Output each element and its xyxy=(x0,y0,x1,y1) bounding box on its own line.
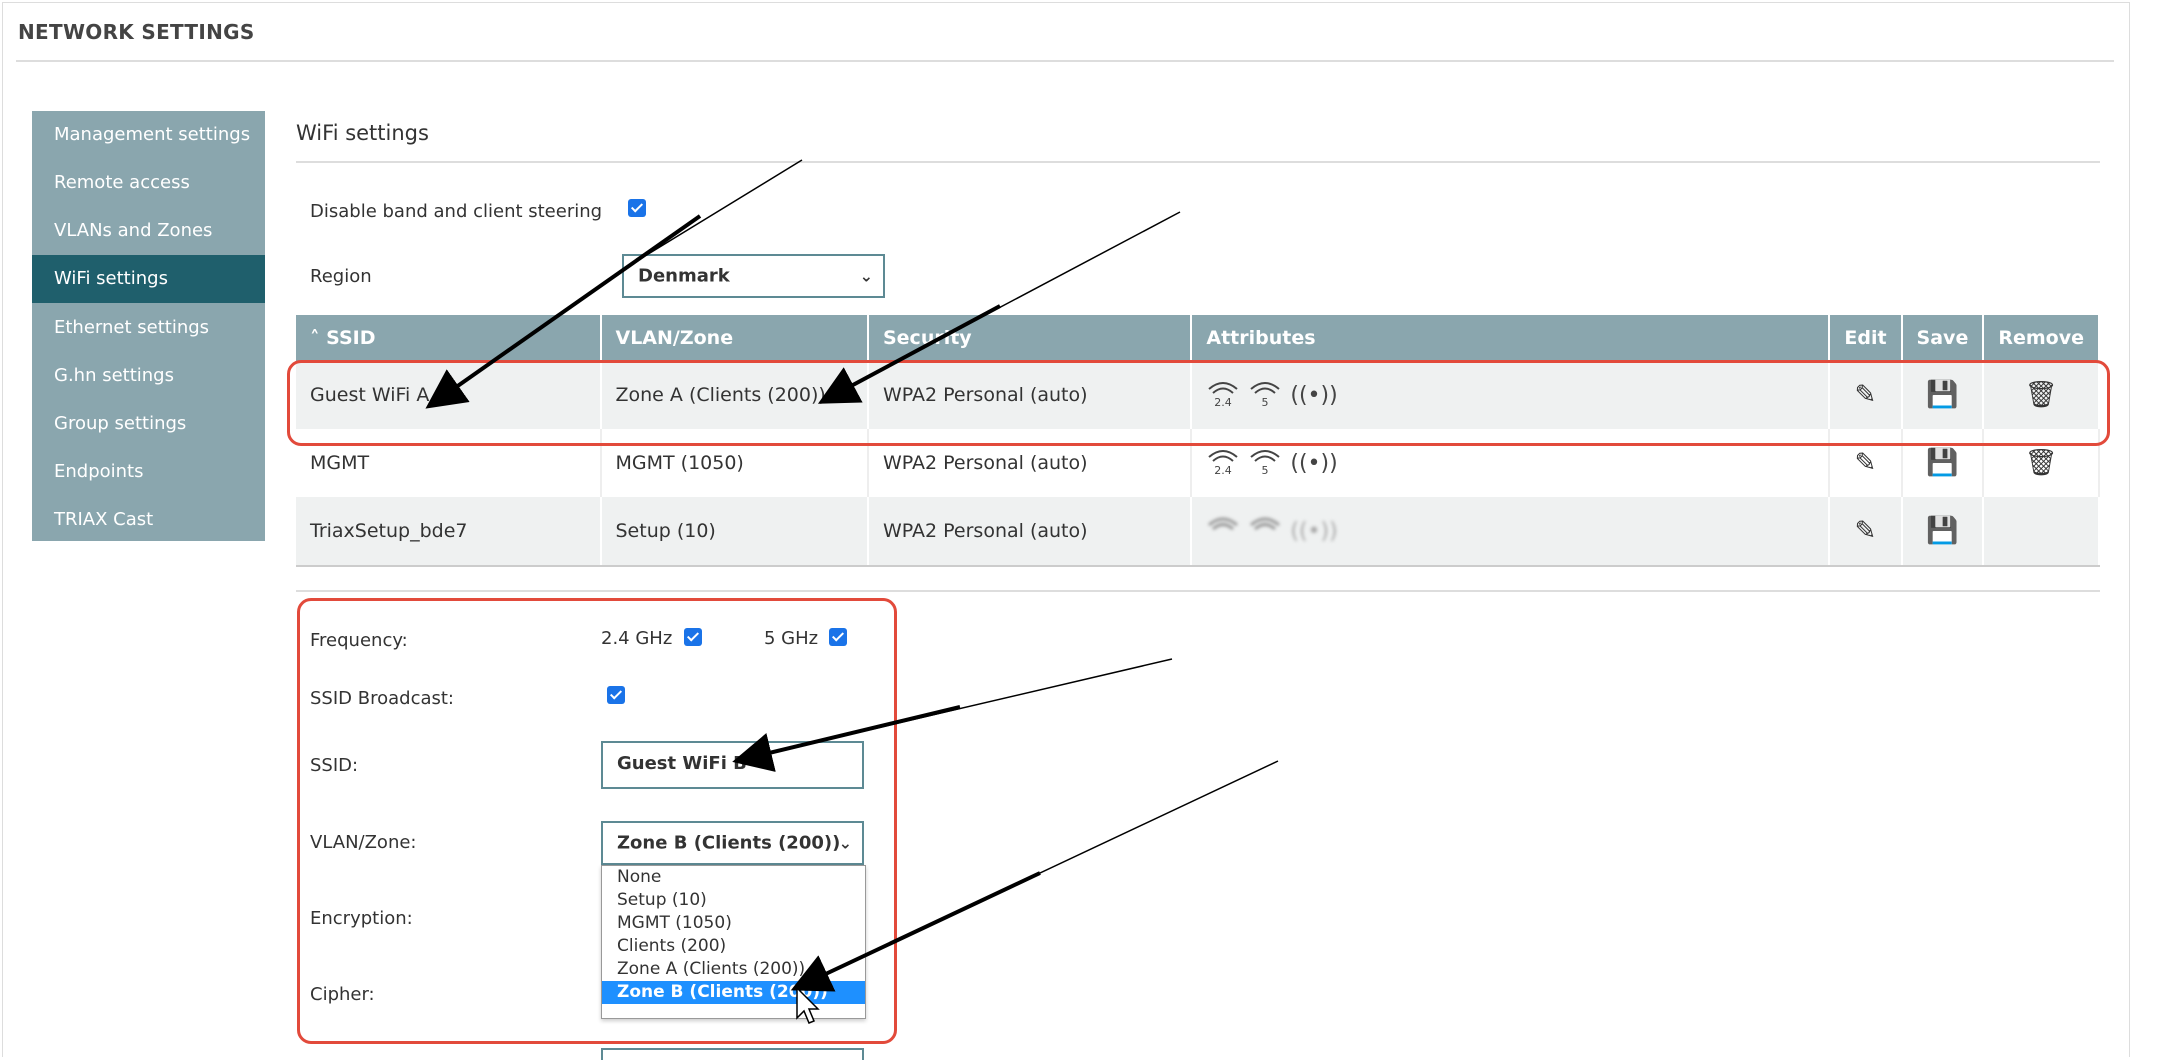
column-header-remove: Remove xyxy=(1983,315,2100,361)
vlan-option[interactable]: Zone A (Clients (200)) xyxy=(602,958,865,981)
title-divider xyxy=(16,60,2114,62)
save-icon[interactable]: 💾 xyxy=(1901,497,1985,567)
region-select[interactable]: Denmark ⌄ xyxy=(622,254,885,298)
cipher-label: Cipher: xyxy=(310,984,375,1005)
save-icon[interactable]: 💾 xyxy=(1901,361,1985,429)
sidebar-item-wifi[interactable]: WiFi settings xyxy=(32,255,265,303)
save-icon[interactable]: 💾 xyxy=(1901,429,1985,497)
column-header-attributes[interactable]: Attributes xyxy=(1191,315,1831,361)
sidebar-item-remote-access[interactable]: Remote access xyxy=(32,159,265,207)
ssid-cell: MGMT xyxy=(296,429,602,497)
table-header-row: ˄ SSID VLAN/Zone Security Attributes Edi… xyxy=(296,315,2100,361)
ssid-input[interactable]: Guest WiFi B xyxy=(601,741,864,789)
wifi-5ghz-icon: 5 xyxy=(1248,445,1282,481)
wifi-5ghz-icon xyxy=(1248,513,1282,549)
vlan-select-value: Zone B (Clients (200)) xyxy=(617,832,841,854)
column-header-edit: Edit xyxy=(1829,315,1903,361)
vlan-cell: MGMT (1050) xyxy=(600,429,869,497)
edit-icon[interactable]: ✎ xyxy=(1829,361,1903,429)
steering-checkbox[interactable] xyxy=(628,199,646,217)
section-divider xyxy=(296,161,2100,163)
ssid-header-label: SSID xyxy=(326,327,376,349)
table-divider xyxy=(296,590,2100,592)
broadcast-icon: ((•)) xyxy=(1290,382,1338,408)
edit-icon[interactable]: ✎ xyxy=(1829,497,1903,567)
column-header-ssid[interactable]: ˄ SSID xyxy=(296,315,602,361)
wifi-5ghz-icon: 5 xyxy=(1248,377,1282,413)
freq-24-label: 2.4 GHz xyxy=(601,628,673,649)
vlan-option[interactable]: None xyxy=(602,866,865,889)
security-cell: WPA2 Personal (auto) xyxy=(867,429,1193,497)
sidebar-item-ethernet[interactable]: Ethernet settings xyxy=(32,304,265,352)
steering-label: Disable band and client steering xyxy=(310,201,603,222)
sidebar: Management settings Remote access VLANs … xyxy=(32,111,265,541)
broadcast-icon: ((•)) xyxy=(1290,518,1338,544)
chevron-down-icon: ⌄ xyxy=(838,833,852,853)
frequency-label: Frequency: xyxy=(310,630,408,651)
vlan-option[interactable]: Clients (200) xyxy=(602,935,865,958)
sidebar-item-vlans[interactable]: VLANs and Zones xyxy=(32,207,265,255)
freq-24-checkbox[interactable] xyxy=(684,628,702,646)
wifi-24ghz-icon: 2.4 xyxy=(1206,377,1240,413)
sidebar-item-ghn[interactable]: G.hn settings xyxy=(32,352,265,400)
attributes-cell: 2.4 5 ((•)) xyxy=(1191,429,1831,497)
vlan-cell: Zone A (Clients (200)) xyxy=(600,361,869,429)
chevron-down-icon: ⌄ xyxy=(859,266,873,286)
freq-5-checkbox[interactable] xyxy=(829,628,847,646)
ssid-label: SSID: xyxy=(310,755,359,776)
security-cell: WPA2 Personal (auto) xyxy=(867,361,1193,429)
vlan-label: VLAN/Zone: xyxy=(310,832,417,853)
page-title: NETWORK SETTINGS xyxy=(18,20,255,44)
edit-icon[interactable]: ✎ xyxy=(1829,429,1903,497)
security-cell: WPA2 Personal (auto) xyxy=(867,497,1193,567)
vlan-option[interactable]: Setup (10) xyxy=(602,889,865,912)
table-row[interactable]: MGMT MGMT (1050) WPA2 Personal (auto) 2.… xyxy=(296,429,2100,497)
region-label: Region xyxy=(310,266,372,287)
table-row[interactable]: Guest WiFi A Zone A (Clients (200)) WPA2… xyxy=(296,361,2100,429)
column-header-security[interactable]: Security xyxy=(867,315,1193,361)
column-header-save: Save xyxy=(1901,315,1985,361)
sidebar-item-triax-cast[interactable]: TRIAX Cast xyxy=(32,496,265,544)
vlan-option[interactable]: MGMT (1050) xyxy=(602,912,865,935)
wifi-24ghz-icon xyxy=(1206,513,1240,549)
wifi-24ghz-icon: 2.4 xyxy=(1206,445,1240,481)
ssid-broadcast-checkbox[interactable] xyxy=(607,686,625,704)
section-title: WiFi settings xyxy=(296,121,429,145)
freq-5-label: 5 GHz xyxy=(764,628,819,649)
remove-cell-empty xyxy=(1983,497,2100,567)
encryption-label: Encryption: xyxy=(310,908,413,929)
region-value: Denmark xyxy=(638,265,730,287)
trash-icon[interactable]: 🗑 xyxy=(1983,429,2100,497)
sidebar-item-endpoints[interactable]: Endpoints xyxy=(32,448,265,496)
attributes-cell: ((•)) xyxy=(1191,497,1831,567)
table-row[interactable]: TriaxSetup_bde7 Setup (10) WPA2 Personal… xyxy=(296,497,2100,567)
column-header-vlan[interactable]: VLAN/Zone xyxy=(600,315,869,361)
ssid-cell: Guest WiFi A xyxy=(296,361,602,429)
vlan-cell: Setup (10) xyxy=(600,497,869,567)
trash-icon[interactable]: 🗑 xyxy=(1983,361,2100,429)
svg-text:2.4: 2.4 xyxy=(1215,396,1233,407)
svg-text:5: 5 xyxy=(1262,396,1269,407)
ssid-broadcast-label: SSID Broadcast: xyxy=(310,688,454,709)
sidebar-item-management[interactable]: Management settings xyxy=(32,111,265,159)
ssid-table: ˄ SSID VLAN/Zone Security Attributes Edi… xyxy=(296,315,2100,567)
ssid-cell: TriaxSetup_bde7 xyxy=(296,497,602,567)
attributes-cell: 2.4 5 ((•)) xyxy=(1191,361,1831,429)
broadcast-icon: ((•)) xyxy=(1290,450,1338,476)
svg-text:5: 5 xyxy=(1262,464,1269,475)
sidebar-item-group[interactable]: Group settings xyxy=(32,400,265,448)
vlan-select[interactable]: Zone B (Clients (200)) ⌄ xyxy=(601,821,864,865)
cipher-select-partial[interactable] xyxy=(601,1048,864,1060)
vlan-dropdown-list: None Setup (10) MGMT (1050) Clients (200… xyxy=(601,865,866,1019)
chevron-up-icon: ˄ xyxy=(310,327,320,349)
vlan-option-selected[interactable]: Zone B (Clients (200)) xyxy=(602,981,865,1004)
svg-text:2.4: 2.4 xyxy=(1215,464,1233,475)
